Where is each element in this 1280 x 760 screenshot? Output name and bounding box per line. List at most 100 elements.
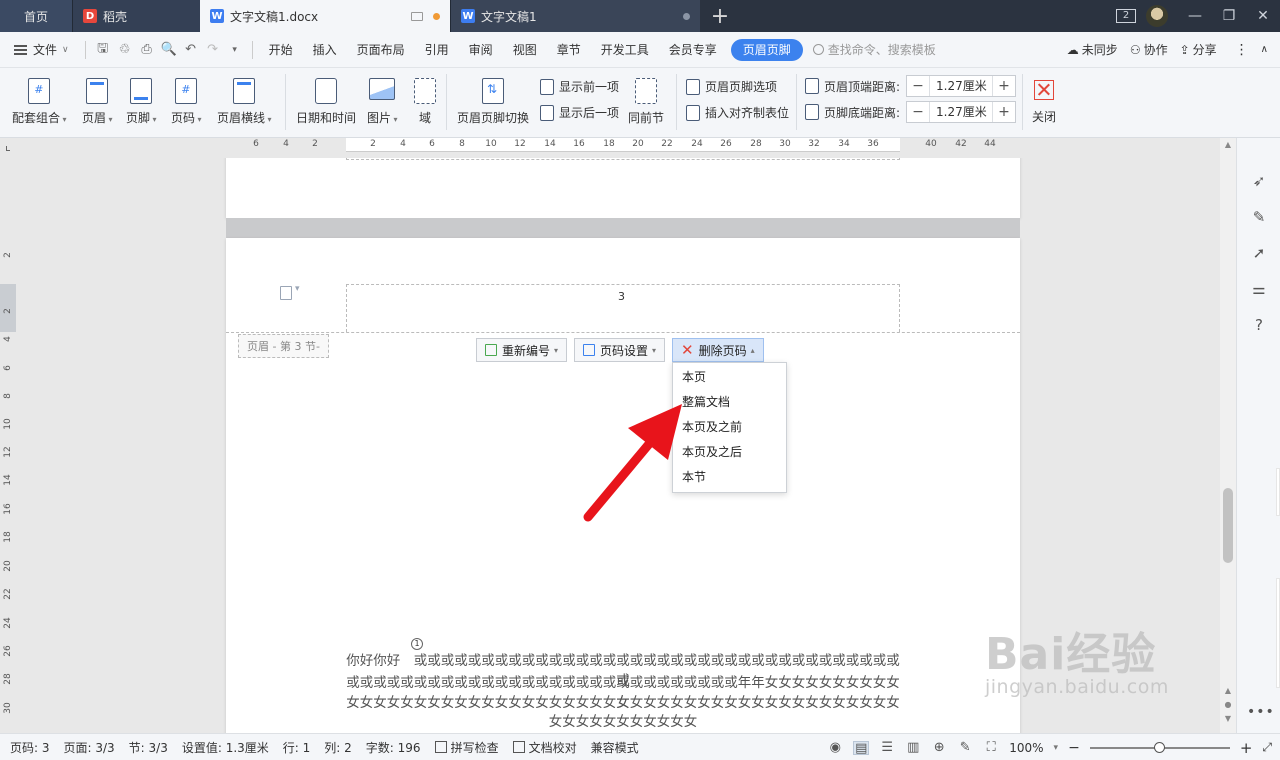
proofread-toggle[interactable]: 文档校对 [506, 739, 584, 756]
collapse-ribbon-icon[interactable]: ∧ [1255, 32, 1274, 68]
hf-options-button[interactable]: 页眉页脚选项 [686, 78, 777, 95]
restore-icon[interactable]: ❐ [1212, 8, 1246, 24]
tab-home[interactable]: 首页 [0, 0, 72, 32]
minimize-icon[interactable]: — [1178, 8, 1212, 24]
pen-icon[interactable]: ✎ [1250, 208, 1268, 226]
menu-view[interactable]: 视图 [503, 32, 547, 68]
renumber-button[interactable]: 重新编号 ▾ [476, 338, 568, 362]
menu-references[interactable]: 引用 [415, 32, 459, 68]
header-distance-value[interactable]: 1.27厘米 [929, 76, 994, 96]
same-as-prev-button[interactable]: 同前节 [628, 78, 664, 126]
web-view-icon[interactable]: ⊕ [931, 740, 947, 755]
picture-button[interactable]: 图片 ▾ [367, 78, 398, 126]
tab-daoke[interactable]: D 稻壳 [72, 0, 200, 32]
share-button[interactable]: ⇪ 分享 [1174, 32, 1223, 68]
redo-icon[interactable]: ↷ [202, 42, 224, 57]
header-button[interactable]: 页眉 ▾ [82, 78, 113, 126]
rocket-icon[interactable]: ➶ [1250, 172, 1268, 190]
menu-member[interactable]: 会员专享 [659, 32, 727, 68]
menu-header-footer-active[interactable]: 页眉页脚 [730, 38, 803, 61]
reading-view-icon[interactable]: ▥ [905, 740, 921, 755]
more-options-icon[interactable]: ⋮ [1229, 32, 1255, 68]
menu-item-this-page[interactable]: 本页 [673, 365, 786, 390]
compat-mode[interactable]: 兼容模式 [584, 739, 646, 756]
more-icon[interactable]: ••• [1247, 704, 1275, 720]
footer-distance-stepper[interactable]: − 1.27厘米 + [906, 101, 1017, 123]
monitor-icon[interactable] [411, 11, 423, 21]
increase-button[interactable]: + [993, 76, 1015, 96]
tab-document-active[interactable]: W 文字文稿1.docx [200, 0, 450, 32]
write-view-icon[interactable]: ✎ [957, 740, 973, 755]
command-search[interactable]: 查找命令、搜索模板 [812, 41, 936, 58]
tab-dot-icon[interactable] [683, 12, 690, 20]
page-number[interactable]: 3 [618, 290, 625, 303]
avatar[interactable] [1146, 5, 1168, 27]
fullscreen-icon[interactable]: ⤢ [1262, 740, 1272, 755]
print-icon[interactable]: ⎙ [136, 42, 158, 57]
quick-access-more-icon[interactable]: ▾ [224, 45, 246, 55]
print-preview-icon[interactable]: 🔍 [158, 42, 180, 57]
scroll-up-icon[interactable]: ▲ [1223, 140, 1233, 149]
format-painter-icon[interactable]: ♲ [114, 42, 136, 57]
decrease-button[interactable]: − [907, 102, 929, 122]
close-window-icon[interactable]: ✕ [1246, 8, 1280, 24]
menu-insert[interactable]: 插入 [303, 32, 347, 68]
menu-review[interactable]: 审阅 [459, 32, 503, 68]
menu-start[interactable]: 开始 [259, 32, 303, 68]
unsaved-dot-icon[interactable] [433, 12, 440, 20]
outline-view-icon[interactable]: ☰ [879, 740, 895, 755]
zoom-out-icon[interactable]: − [1068, 740, 1080, 756]
sync-button[interactable]: ☁ 未同步 [1061, 32, 1124, 68]
increase-button[interactable]: + [993, 102, 1015, 122]
footer-button[interactable]: 页脚 ▾ [126, 78, 157, 126]
status-words[interactable]: 字数: 196 [359, 739, 428, 756]
page-previous[interactable] [226, 158, 1020, 218]
vertical-scrollbar[interactable]: ▲ ▲ ● ▼ [1220, 138, 1236, 733]
zoom-slider[interactable] [1089, 741, 1230, 753]
delete-page-number-button[interactable]: ✕ 删除页码 ▴ [672, 338, 764, 362]
vertical-ruler[interactable]: 2 2 4 6 8 10 12 14 16 18 20 22 24 26 28 30 [0, 158, 16, 733]
show-next-button[interactable]: 显示后一项 [540, 104, 619, 121]
eye-protect-icon[interactable]: ◉ [827, 740, 843, 755]
footer-distance-value[interactable]: 1.27厘米 [929, 102, 994, 122]
sliders-icon[interactable]: ⚌ [1250, 280, 1268, 298]
page-view-icon[interactable]: ▤ [853, 740, 870, 755]
status-page[interactable]: 页码: 3 [0, 739, 57, 756]
combo-button[interactable]: 配套组合 ▾ [12, 78, 67, 126]
footnote-marker[interactable]: 1 [411, 638, 423, 650]
collab-button[interactable]: ⚇ 协作 [1124, 32, 1174, 68]
menu-item-whole-document[interactable]: 整篇文档 [673, 390, 786, 415]
page-number-settings-button[interactable]: 页码设置 ▾ [574, 338, 666, 362]
zoom-level[interactable]: 100% [1009, 741, 1043, 755]
document-options-icon[interactable] [280, 284, 300, 300]
page-number-button[interactable]: 页码 ▾ [171, 78, 202, 126]
menu-layout[interactable]: 页面布局 [347, 32, 415, 68]
spell-check-toggle[interactable]: 拼写检查 [428, 739, 506, 756]
menu-item-this-and-after[interactable]: 本页及之后 [673, 440, 786, 465]
prev-page-icon[interactable]: ▲ [1223, 686, 1233, 695]
decrease-button[interactable]: − [907, 76, 929, 96]
undo-icon[interactable]: ↶ [180, 42, 202, 57]
help-icon[interactable]: ? [1250, 316, 1268, 334]
body-line[interactable]: 女女女女女女女女女女女 [346, 712, 900, 732]
next-page-icon[interactable]: ▼ [1223, 714, 1233, 723]
fit-page-icon[interactable]: ⛶ [983, 740, 999, 755]
status-row[interactable]: 行: 1 [276, 739, 318, 756]
zoom-in-icon[interactable]: + [1240, 739, 1253, 757]
status-section[interactable]: 节: 3/3 [122, 739, 175, 756]
field-button[interactable]: 域 [414, 78, 436, 126]
zoom-slider-knob[interactable] [1153, 741, 1165, 753]
menu-item-this-section[interactable]: 本节 [673, 465, 786, 490]
header-distance-stepper[interactable]: − 1.27厘米 + [906, 75, 1017, 97]
save-icon[interactable]: 🖫 [92, 39, 114, 61]
window-count-badge[interactable]: 2 [1116, 9, 1136, 23]
scrollbar-thumb[interactable] [1223, 488, 1233, 563]
insert-tab-stop-button[interactable]: 插入对齐制表位 [686, 104, 789, 121]
header-line-button[interactable]: 页眉横线 ▾ [217, 78, 272, 126]
close-header-footer-button[interactable]: 关闭 [1032, 80, 1056, 125]
cursor-icon[interactable]: ➚ [1250, 244, 1268, 262]
show-prev-button[interactable]: 显示前一项 [540, 78, 619, 95]
body-line[interactable]: 女女女女女女女女女女女女女女女女女女女女女女女女女女女女女女女女女女女女女女女女… [346, 693, 900, 713]
new-tab-button[interactable]: + [700, 0, 740, 32]
chevron-down-icon[interactable]: ▾ [1054, 743, 1059, 753]
